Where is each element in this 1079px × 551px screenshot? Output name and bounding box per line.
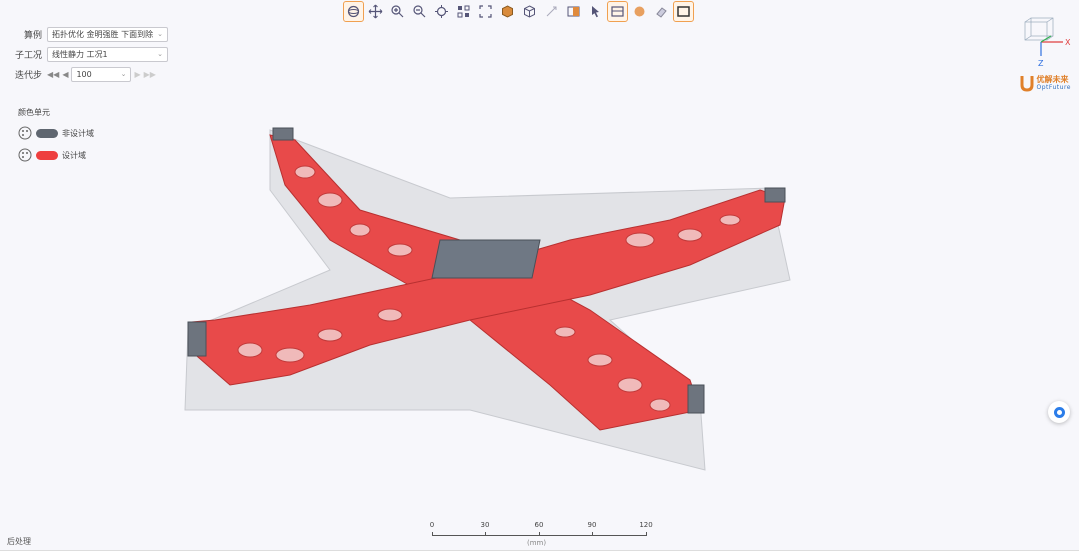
logo-sub: OptFuture (1036, 84, 1071, 91)
palette-icon[interactable] (18, 148, 32, 162)
case-select[interactable]: 拓扑优化 金明强胜 下面到除 ⌄ (47, 26, 168, 42)
scale-tick (539, 532, 540, 536)
last-step-icon[interactable]: ▶▶ (144, 70, 156, 79)
next-step-icon[interactable]: ▶ (134, 70, 140, 79)
scale-bar: 0 30 60 90 120 (mm) (429, 521, 653, 551)
pan-icon (368, 4, 383, 18)
wire-cube-button[interactable] (519, 1, 540, 22)
pointer-button[interactable] (585, 1, 606, 22)
display-icon (677, 5, 690, 17)
iteration-row: 迭代步 ◀◀ ◀ 100 ⌄ ▶ ▶▶ (12, 64, 168, 84)
fit-view-icon (435, 4, 448, 18)
case-value: 拓扑优化 金明强胜 下面到除 (52, 29, 154, 39)
zoom-out-icon (413, 4, 426, 17)
non-design-swatch (36, 128, 58, 138)
axis-z-label: Z (1038, 59, 1044, 68)
palette-icon[interactable] (18, 126, 32, 140)
scale-tick-label: 90 (587, 521, 597, 529)
logo-text: 优解未来 (1036, 75, 1069, 84)
first-step-icon[interactable]: ◀◀ (47, 70, 59, 79)
rotate-button[interactable] (343, 0, 364, 22)
zoom-in-icon (391, 4, 404, 17)
brand-logo: 优解未来 OptFuture (1020, 74, 1072, 92)
iteration-value: 100 (76, 69, 92, 79)
scale-tick-label: 0 (429, 521, 435, 529)
rotate-icon (347, 5, 360, 17)
color-legend: 颜色单元 非设计域 设计域 (18, 107, 94, 162)
probe-button[interactable] (541, 1, 562, 22)
scale-tick-label: 60 (534, 521, 544, 529)
result-panel: 算例 拓扑优化 金明强胜 下面到除 ⌄ 子工况 线性静力 工况1 ⌄ 迭代步 ◀… (12, 24, 168, 84)
select-button[interactable] (453, 1, 474, 22)
subcase-row: 子工况 线性静力 工况1 ⌄ (12, 44, 168, 64)
eraser-icon (656, 6, 667, 18)
section-button[interactable] (563, 1, 584, 22)
assistant-button[interactable] (1048, 401, 1070, 423)
iteration-select[interactable]: 100 ⌄ (71, 66, 132, 82)
legend-item-design: 设计域 (18, 148, 94, 162)
wire-cube-icon (524, 4, 535, 18)
frame-button[interactable] (475, 1, 496, 22)
chevron-down-icon: ⌄ (120, 70, 127, 78)
prev-step-icon[interactable]: ◀ (62, 70, 68, 79)
scale-tick (592, 532, 593, 536)
design-swatch (36, 150, 58, 160)
case-row: 算例 拓扑优化 金明强胜 下面到除 ⌄ (12, 24, 168, 44)
chevron-down-icon: ⌄ (157, 50, 163, 58)
scale-unit: (mm) (527, 539, 547, 547)
eraser-button[interactable] (651, 1, 672, 22)
subcase-value: 线性静力 工况1 (52, 49, 108, 59)
solid-cube-button[interactable] (497, 1, 518, 22)
pan-button[interactable] (365, 1, 386, 22)
legend-item-non-design: 非设计域 (18, 126, 94, 140)
bounds-icon (611, 5, 624, 17)
orientation-gizmo[interactable]: X Z (1017, 14, 1073, 70)
display-button[interactable] (673, 0, 694, 22)
scale-tick (432, 532, 433, 536)
status-text: 后处理 (7, 537, 31, 546)
scale-tick (485, 532, 486, 536)
bounds-button[interactable] (607, 0, 628, 22)
legend-label: 设计域 (62, 150, 86, 160)
subcase-select[interactable]: 线性静力 工况1 ⌄ (47, 46, 168, 62)
fit-view-button[interactable] (431, 1, 452, 22)
iteration-label: 迭代步 (14, 70, 42, 81)
scale-tick-label: 30 (480, 521, 490, 529)
pointer-icon (592, 5, 599, 17)
case-label: 算例 (23, 30, 42, 41)
solid-cube-icon (502, 4, 513, 18)
scale-tick-label: 120 (639, 521, 653, 529)
zoom-in-button[interactable] (387, 1, 408, 22)
legend-title: 颜色单元 (18, 108, 50, 117)
shading-icon (634, 6, 645, 16)
logo-u-icon (1020, 76, 1033, 92)
model-viewport[interactable] (170, 110, 810, 480)
assistant-icon (1053, 406, 1065, 418)
axis-x-label: X (1065, 38, 1071, 47)
chevron-down-icon: ⌄ (157, 30, 163, 38)
scale-tick (646, 532, 647, 536)
section-icon (567, 6, 580, 16)
view-toolbar (343, 0, 694, 22)
legend-label: 非设计域 (62, 128, 94, 138)
zoom-out-button[interactable] (409, 1, 430, 22)
frame-icon (479, 4, 492, 18)
select-icon (457, 5, 470, 17)
subcase-label: 子工况 (14, 50, 42, 61)
probe-icon (546, 6, 557, 16)
shading-button[interactable] (629, 1, 650, 22)
